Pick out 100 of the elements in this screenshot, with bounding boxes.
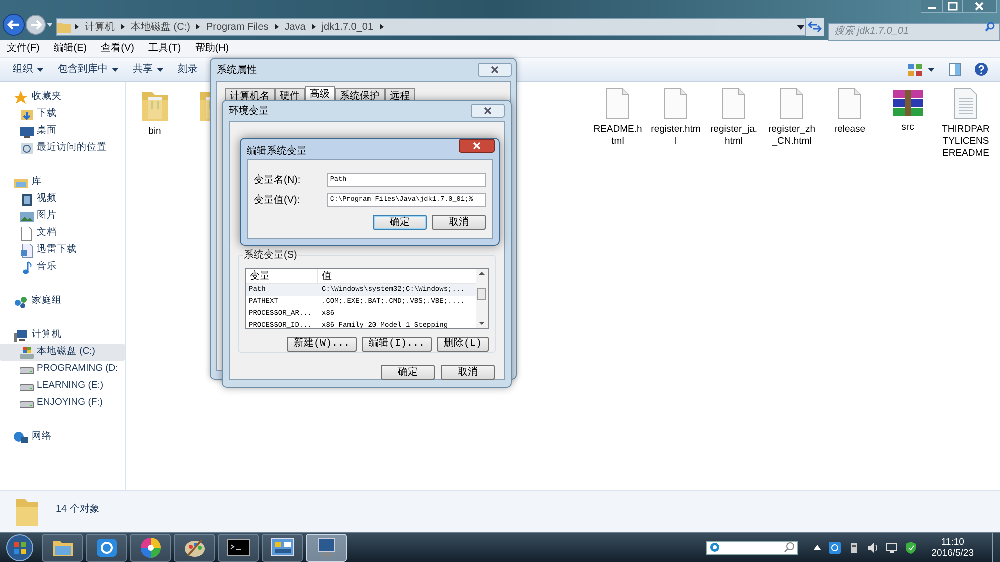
sidebar-item[interactable]: 本地磁盘 (C:)	[0, 344, 125, 361]
refresh-icon[interactable]	[806, 18, 824, 36]
sidebar-item[interactable]: 音乐	[0, 259, 125, 276]
sidebar-item[interactable]: 视频	[0, 191, 125, 208]
minimize-button[interactable]	[921, 0, 943, 13]
window-title: 环境变量	[229, 104, 269, 118]
document-icon	[780, 88, 804, 120]
file-name[interactable]: register_ja.html	[709, 124, 759, 148]
dropdown-caret-icon	[112, 68, 119, 72]
sidebar-item[interactable]: 收藏夹	[0, 89, 125, 106]
volume-icon[interactable]	[866, 542, 879, 554]
toolbar-button[interactable]: 包含到库中	[58, 62, 119, 77]
sidebar-item[interactable]: PROGRAMING (D:	[0, 361, 125, 378]
view-options-icon[interactable]	[908, 64, 922, 76]
breadcrumb-item[interactable]: Program Files	[204, 20, 271, 34]
back-button[interactable]	[3, 14, 25, 36]
history-caret-icon[interactable]	[47, 23, 53, 27]
computer-icon	[14, 328, 28, 342]
dialog-button[interactable]: 编辑(I)...	[362, 337, 432, 352]
forward-button[interactable]	[26, 15, 46, 35]
sidebar-item[interactable]: 图片	[0, 208, 125, 225]
sidebar-item[interactable]: 网络	[0, 429, 125, 446]
document-icon	[20, 226, 34, 240]
menu-item[interactable]: 文件(F)	[7, 41, 40, 56]
close-button[interactable]	[478, 63, 512, 77]
show-desktop-button[interactable]	[992, 533, 1000, 562]
picture-icon	[20, 210, 34, 224]
sidebar-item[interactable]: 下载	[0, 106, 125, 123]
start-button[interactable]	[6, 534, 34, 562]
menu-item[interactable]: 工具(T)	[148, 41, 182, 56]
sidebar-item[interactable]: 文档	[0, 225, 125, 242]
dialog-button[interactable]: 确定	[381, 365, 435, 380]
toolbar-button[interactable]: 刻录	[178, 62, 198, 77]
taskbar-button[interactable]	[42, 534, 83, 562]
sidebar-item[interactable]: LEARNING (E:)	[0, 378, 125, 395]
sidebar-item[interactable]: 迅雷下载	[0, 242, 125, 259]
dialog-button[interactable]: 取消	[441, 365, 495, 380]
clock[interactable]: 11:10 2016/5/23	[932, 536, 974, 558]
shield-icon[interactable]	[904, 542, 917, 554]
close-button[interactable]	[459, 139, 495, 153]
dialog-button[interactable]: 确定	[373, 215, 427, 230]
close-button[interactable]	[471, 104, 505, 118]
restore-button[interactable]	[943, 0, 963, 13]
help-icon[interactable]	[975, 63, 988, 76]
column-header[interactable]: 值	[318, 269, 476, 283]
search-icon	[985, 22, 995, 32]
breadcrumb-item[interactable]: 本地磁盘 (C:)	[129, 20, 192, 34]
breadcrumb-item[interactable]: jdk1.7.0_01	[320, 20, 376, 34]
dialog-button[interactable]: 取消	[432, 215, 486, 230]
network-status-icon[interactable]	[886, 542, 898, 554]
breadcrumb-item[interactable]: 计算机	[83, 20, 117, 34]
search-field[interactable]	[706, 540, 798, 554]
archive-books-icon	[892, 88, 924, 118]
preview-pane-icon[interactable]	[949, 63, 961, 76]
show-hidden-icons-arrow[interactable]	[814, 545, 821, 550]
file-name[interactable]: src	[883, 122, 933, 134]
file-name[interactable]: THIRDPARTYLICENSEREADME	[941, 124, 991, 160]
sidebar-item[interactable]: 家庭组	[0, 293, 125, 310]
sidebar-item[interactable]: 库	[0, 174, 125, 191]
folder-icon	[57, 21, 71, 33]
dropdown-caret-icon[interactable]	[796, 24, 805, 30]
dropdown-caret-icon[interactable]	[928, 68, 935, 72]
download-document-icon	[20, 244, 34, 258]
file-name[interactable]: release	[825, 124, 875, 136]
taskbar-button[interactable]	[130, 534, 171, 562]
sidebar-item[interactable]: 桌面	[0, 123, 125, 140]
magnifier-icon	[708, 542, 721, 553]
app-tray-icon[interactable]	[828, 542, 841, 554]
taskbar-button[interactable]	[306, 534, 347, 562]
search-field[interactable]: 搜索 jdk1.7.0_01	[828, 22, 1000, 40]
taskbar-button[interactable]	[86, 534, 127, 562]
breadcrumb-item[interactable]: Java	[282, 20, 308, 34]
film-icon	[20, 192, 34, 206]
file-name[interactable]: README.html	[593, 124, 643, 148]
file-name[interactable]: register_zh_CN.html	[767, 124, 817, 148]
address-bar[interactable]: 计算机 本地磁盘 (C:) Program Files Java jdk1.7.0_01	[56, 18, 806, 36]
file-name[interactable]: bin	[130, 126, 180, 138]
close-button[interactable]	[963, 0, 997, 13]
sidebar-item[interactable]: 计算机	[0, 327, 125, 344]
homegroup-icon	[14, 294, 28, 308]
sidebar-item[interactable]: ENJOYING (F:)	[0, 395, 125, 412]
menu-item[interactable]: 查看(V)	[101, 41, 134, 56]
window-title: 编辑系统变量	[247, 144, 307, 159]
taskbar-button[interactable]	[174, 534, 215, 562]
dropdown-caret-icon	[37, 68, 44, 72]
taskbar-button[interactable]	[262, 534, 303, 562]
dialog-button[interactable]: 删除(L)	[436, 337, 489, 352]
document-icon	[664, 88, 688, 120]
menu-item[interactable]: 帮助(H)	[195, 41, 230, 56]
vertical-scrollbar[interactable]	[476, 269, 488, 328]
dialog-button[interactable]: 新建(W)...	[286, 337, 357, 352]
control-panel-icon	[270, 536, 296, 560]
toolbar-button[interactable]: 共享	[133, 62, 164, 77]
taskbar-button[interactable]	[218, 534, 259, 562]
sidebar-item[interactable]: 最近访问的位置	[0, 140, 125, 157]
menu-item[interactable]: 编辑(E)	[54, 41, 88, 56]
toolbar-button[interactable]: 组织	[13, 62, 44, 77]
file-name[interactable]: register.html	[651, 124, 701, 148]
column-header[interactable]: 变量	[246, 269, 318, 283]
network-icon	[14, 430, 28, 444]
